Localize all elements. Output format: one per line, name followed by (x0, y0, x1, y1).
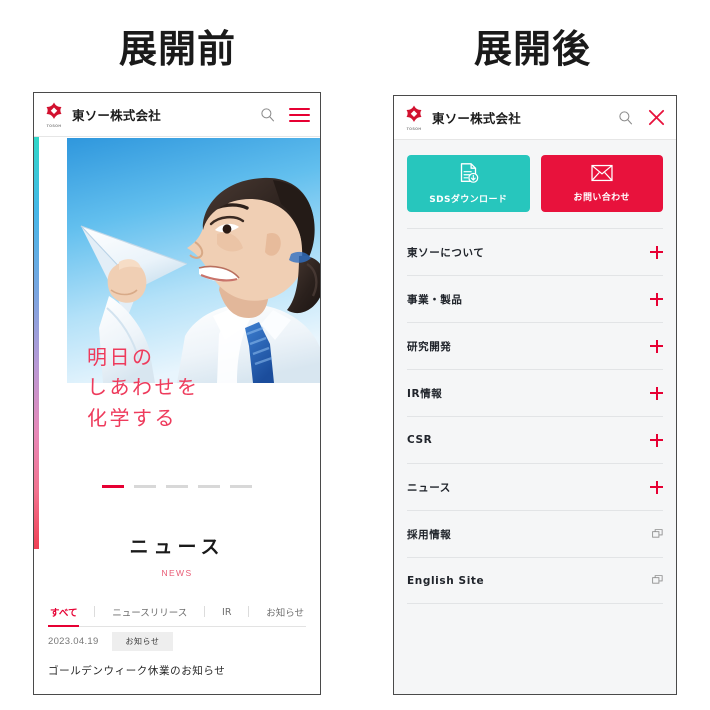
tab-news-release[interactable]: ニュースリリース (110, 605, 189, 627)
close-icon[interactable] (647, 108, 666, 127)
menu-item-rnd[interactable]: 研究開発 (407, 322, 663, 369)
mobile-menu-panel: SDSダウンロード お問い合わせ 東ソーについて 事業・製品 研究開発 IR情報… (394, 140, 676, 694)
carousel-dot-4[interactable] (198, 485, 220, 488)
phone-mockup-open: TOSOH 東ソー株式会社 SDSダウンロード お問い合わせ 東ソーについて 事… (393, 95, 677, 695)
news-item-meta: 2023.04.19 お知らせ (48, 632, 306, 651)
news-heading-en: NEWS (161, 568, 193, 578)
external-link-icon[interactable] (652, 528, 663, 540)
site-logo[interactable]: TOSOH 東ソー株式会社 (403, 105, 521, 131)
news-item-date: 2023.04.19 (48, 636, 99, 647)
menu-item-label: 事業・製品 (407, 293, 463, 306)
search-icon[interactable] (260, 107, 275, 122)
site-logo-text: 東ソー株式会社 (432, 112, 521, 126)
plus-icon[interactable] (650, 292, 663, 306)
sds-download-label: SDSダウンロード (429, 195, 508, 205)
mail-icon (591, 164, 613, 187)
tosoh-logo-icon: TOSOH (43, 102, 65, 128)
menu-item-label: 採用情報 (407, 528, 452, 541)
site-logo[interactable]: TOSOH 東ソー株式会社 (43, 102, 161, 128)
menu-item-ir[interactable]: IR情報 (407, 369, 663, 416)
menu-item-label: 東ソーについて (407, 246, 485, 259)
open-site-header: TOSOH 東ソー株式会社 (394, 96, 676, 140)
plus-icon[interactable] (650, 433, 663, 447)
news-list-item[interactable]: 2023.04.19 お知らせ ゴールデンウィーク休業のお知らせ (48, 632, 306, 678)
plus-icon[interactable] (650, 245, 663, 259)
closed-site-header: TOSOH 東ソー株式会社 (34, 93, 320, 137)
carousel-dot-3[interactable] (166, 485, 188, 488)
plus-icon[interactable] (650, 339, 663, 353)
plus-icon[interactable] (650, 480, 663, 494)
tab-divider (248, 606, 250, 617)
caption-before: 展開前 (118, 29, 236, 71)
menu-item-label: IR情報 (407, 387, 443, 400)
contact-button[interactable]: お問い合わせ (540, 155, 663, 212)
tab-all[interactable]: すべて (48, 605, 80, 627)
contact-label: お問い合わせ (573, 193, 630, 203)
menu-items-list: 東ソーについて 事業・製品 研究開発 IR情報 CSR ニュース 採用情報 En… (394, 228, 676, 604)
menu-item-business-products[interactable]: 事業・製品 (407, 275, 663, 322)
menu-item-news[interactable]: ニュース (407, 463, 663, 510)
tagline-line-3: 化学する (87, 405, 177, 430)
tosoh-logo-icon: TOSOH (403, 105, 425, 131)
menu-item-english-site[interactable]: English Site (407, 557, 663, 604)
external-link-icon[interactable] (652, 575, 663, 586)
caption-after: 展開後 (473, 29, 591, 71)
search-icon[interactable] (618, 110, 633, 125)
comparison-stage: 展開前 展開後 TOSOH 東ソー株式会社 明日の しあわせを 化学する ニュー… (0, 0, 710, 710)
carousel-dot-5[interactable] (230, 485, 252, 488)
hero-tagline: 明日の しあわせを 化学する (87, 342, 200, 433)
plus-icon[interactable] (650, 386, 663, 400)
news-filter-tabs: すべて ニュースリリース IR お知らせ (48, 605, 306, 627)
carousel-dot-1[interactable] (102, 485, 124, 488)
menu-item-csr[interactable]: CSR (407, 416, 663, 463)
hamburger-icon[interactable] (289, 107, 310, 122)
carousel-dot-2[interactable] (134, 485, 156, 488)
document-download-icon (458, 162, 479, 189)
menu-item-label: CSR (407, 434, 433, 446)
news-section-heading: ニュース NEWS (34, 532, 320, 578)
tab-divider (204, 606, 206, 617)
tosoh-wordmark: TOSOH (46, 123, 62, 128)
news-item-title[interactable]: ゴールデンウィーク休業のお知らせ (48, 663, 306, 678)
menu-cta-row: SDSダウンロード お問い合わせ (394, 140, 676, 228)
closed-header-actions (260, 107, 310, 122)
open-header-actions (618, 108, 666, 127)
tab-divider (94, 606, 96, 617)
tosoh-wordmark: TOSOH (406, 126, 422, 131)
tab-ir[interactable]: IR (220, 607, 233, 626)
menu-item-label: English Site (407, 574, 485, 587)
news-heading-ja: ニュース (129, 536, 225, 558)
carousel-pagination[interactable] (34, 485, 320, 488)
menu-item-about[interactable]: 東ソーについて (407, 228, 663, 275)
menu-item-label: ニュース (407, 481, 451, 494)
menu-item-label: 研究開発 (407, 340, 452, 353)
phone-mockup-closed: TOSOH 東ソー株式会社 明日の しあわせを 化学する ニュース NEWS す… (33, 92, 321, 695)
tagline-line-1: 明日の (87, 345, 155, 369)
news-item-badge: お知らせ (111, 632, 174, 651)
tagline-line-2: しあわせを (87, 375, 200, 400)
menu-item-recruit[interactable]: 採用情報 (407, 510, 663, 557)
tab-notice[interactable]: お知らせ (264, 605, 306, 627)
site-logo-text: 東ソー株式会社 (72, 109, 161, 123)
sds-download-button[interactable]: SDSダウンロード (407, 155, 530, 212)
closed-page-body: 明日の しあわせを 化学する ニュース NEWS すべて ニュースリリース IR… (34, 137, 320, 694)
